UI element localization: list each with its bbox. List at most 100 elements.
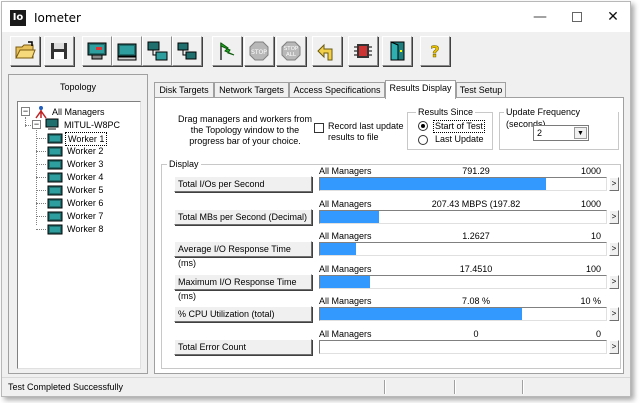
- metric-source: All Managers: [319, 263, 372, 274]
- topology-tree[interactable]: − All Managers − MITUL-W8PC Worker 1 Work…: [17, 101, 141, 369]
- disconnect-icon: [354, 44, 372, 58]
- tree-label-worker: Worker 3: [67, 159, 104, 169]
- root-expander[interactable]: −: [21, 107, 30, 116]
- green-flag-icon: [220, 42, 235, 60]
- metric-select-button[interactable]: Maximum I/O Response Time (ms): [174, 273, 312, 301]
- metric-max: 1000: [580, 166, 601, 176]
- metric-source: All Managers: [319, 166, 372, 176]
- radio-last-update[interactable]: [418, 135, 428, 145]
- metric-progress-bar: [319, 307, 607, 321]
- metric-select-button[interactable]: Total MBs per Second (Decimal): [174, 208, 312, 225]
- metric-max: 0: [595, 328, 601, 339]
- metric-select-button[interactable]: % CPU Utilization (total): [174, 306, 312, 322]
- tab-results-display[interactable]: Results Display: [385, 80, 456, 99]
- collapse-icon: −: [33, 119, 40, 129]
- record-last-update-checkbox[interactable]: [314, 123, 324, 133]
- metric-max: 1000: [580, 198, 601, 209]
- save-config-button[interactable]: [44, 36, 74, 66]
- tree-label-worker: Worker 7: [67, 211, 104, 221]
- metric-progress-bar: [319, 177, 607, 191]
- open-config-button[interactable]: [10, 36, 40, 66]
- manager-computer-icon: [45, 118, 59, 130]
- metric-progress-bar: [319, 209, 607, 224]
- disk-worker-icon: [87, 42, 107, 60]
- tree-connector: [36, 164, 46, 165]
- metric-progress-bar: [319, 274, 607, 289]
- stop-sign-label: STOP: [251, 49, 267, 56]
- tree-label-worker: Worker 8: [67, 224, 104, 234]
- stop-button[interactable]: STOP: [244, 36, 274, 66]
- exit-button[interactable]: [382, 36, 412, 66]
- iometer-window: Io Iometer — ✕ STOP STOP ALL ? Topology …: [1, 1, 631, 397]
- window-title: Iometer: [34, 11, 81, 25]
- metric-value: 7.08 %: [461, 296, 491, 306]
- update-frequency-select[interactable]: 2 ▼: [533, 125, 589, 141]
- floppy-disk-icon: [51, 43, 67, 59]
- radio-start-of-test[interactable]: [418, 121, 428, 131]
- metric-source: All Managers: [319, 198, 372, 209]
- tab-test-setup[interactable]: Test Setup: [456, 82, 506, 98]
- manager-expander[interactable]: −: [32, 120, 41, 129]
- metric-more-button[interactable]: >: [609, 339, 619, 354]
- metric-progress-fill: [320, 308, 522, 320]
- update-frequency-value: 2: [537, 128, 543, 138]
- iometer-app-icon: Io: [10, 10, 26, 26]
- network-worker-icon: [117, 43, 137, 61]
- stop-sign-icon: STOP: [249, 41, 269, 61]
- tree-connector: [36, 190, 46, 191]
- disconnect-button[interactable]: [348, 36, 378, 66]
- main-toolbar: STOP STOP ALL ?: [2, 32, 630, 70]
- metric-more-button[interactable]: >: [609, 177, 619, 191]
- start-tests-button[interactable]: [212, 36, 242, 66]
- collapse-icon: −: [22, 106, 29, 116]
- metric-select-button[interactable]: Total Error Count: [174, 338, 312, 355]
- tab-disk-targets[interactable]: Disk Targets: [154, 82, 214, 98]
- help-glyph: ?: [430, 42, 439, 61]
- tab-bar: Disk Targets Network Targets Access Spec…: [154, 80, 624, 99]
- about-button[interactable]: ?: [420, 36, 450, 66]
- tree-connector: [36, 177, 46, 178]
- results-display-panel: Drag managers and workers from the Topol…: [154, 97, 624, 374]
- tab-access-specifications[interactable]: Access Specifications: [289, 82, 385, 98]
- display-group: Display All Managers 791.29 1000 Total I/Os…: [161, 158, 621, 369]
- metric-progress-bar: [319, 339, 607, 354]
- metric-more-button[interactable]: >: [609, 242, 619, 256]
- minimize-button[interactable]: —: [525, 6, 555, 28]
- metric-more-button[interactable]: >: [609, 274, 619, 289]
- reset-workers-button[interactable]: [312, 36, 342, 66]
- radio-start-of-test-label[interactable]: Start of Test: [433, 120, 485, 133]
- metric-progress-bar: [319, 242, 607, 256]
- maximize-button[interactable]: [562, 6, 592, 28]
- metric-more-button[interactable]: >: [609, 209, 619, 224]
- new-disk-worker-button[interactable]: [82, 36, 112, 66]
- tab-network-targets[interactable]: Network Targets: [214, 82, 289, 98]
- close-button[interactable]: ✕: [598, 6, 628, 28]
- open-folder-icon: [15, 41, 36, 59]
- display-group-title: Display: [167, 158, 201, 170]
- status-bar: Test Completed Successfully: [2, 377, 630, 396]
- record-last-update-label: Record last update results to file: [328, 121, 404, 142]
- worker-icon: [47, 172, 63, 183]
- stop-all-button[interactable]: STOP ALL: [276, 36, 306, 66]
- metric-select-button[interactable]: Total I/Os per Second: [174, 176, 312, 192]
- add-manager-button[interactable]: [172, 36, 202, 66]
- close-icon: ✕: [607, 9, 619, 25]
- tree-label-worker: Worker 4: [67, 172, 104, 182]
- title-bar[interactable]: Io Iometer — ✕: [2, 2, 630, 32]
- tree-connector: [36, 138, 46, 139]
- metric-more-button[interactable]: >: [609, 307, 619, 321]
- duplicate-worker-button[interactable]: [142, 36, 172, 66]
- radio-last-update-label[interactable]: Last Update: [434, 134, 485, 145]
- stop-all-sign-icon: STOP ALL: [281, 41, 301, 61]
- chevron-down-icon[interactable]: ▼: [574, 127, 587, 139]
- metric-select-button[interactable]: Average I/O Response Time (ms): [174, 241, 312, 268]
- metric-value: 791.29: [462, 166, 490, 176]
- update-frequency-group: Update Frequency (seconds) 2 ▼: [499, 106, 619, 150]
- status-text: Test Completed Successfully: [8, 382, 124, 392]
- worker-icon: [47, 211, 63, 222]
- results-since-group: Results Since Start of Test Last Update: [407, 106, 493, 150]
- new-network-worker-button[interactable]: [112, 36, 142, 66]
- worker-icon: [47, 224, 63, 235]
- topology-panel: Topology − All Managers − MITUL-W8PC Wor…: [8, 74, 148, 374]
- minimize-icon: —: [533, 9, 547, 25]
